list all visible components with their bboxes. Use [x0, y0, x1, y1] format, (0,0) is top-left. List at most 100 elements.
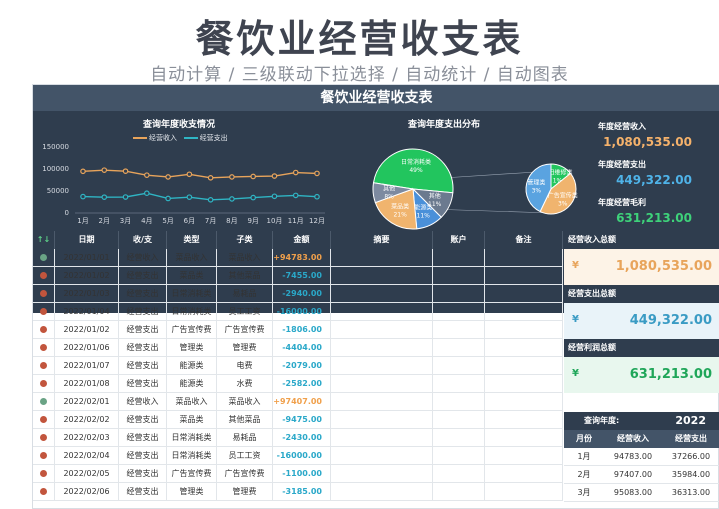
sort-icon[interactable]: ↑↓ [33, 231, 55, 249]
year-value[interactable]: 2022 [675, 412, 706, 430]
cell-account[interactable] [433, 267, 485, 285]
col-date[interactable]: 日期 [55, 231, 119, 249]
cell-note[interactable] [485, 483, 563, 501]
row-status-cell[interactable] [33, 375, 55, 393]
row-status-cell[interactable] [33, 303, 55, 321]
cell-type[interactable]: 菜品收入 [167, 249, 217, 267]
cell-amount[interactable]: -2940.00 [273, 285, 331, 303]
row-status-cell[interactable] [33, 465, 55, 483]
cell-sub[interactable]: 水费 [217, 375, 273, 393]
row-status-cell[interactable] [33, 447, 55, 465]
cell-account[interactable] [433, 249, 485, 267]
cell-sub[interactable]: 电费 [217, 357, 273, 375]
col-type[interactable]: 类型 [167, 231, 217, 249]
cell-type[interactable]: 能源类 [167, 357, 217, 375]
cell-summary[interactable] [331, 249, 433, 267]
cell-sub[interactable]: 易耗品 [217, 285, 273, 303]
cell-type[interactable]: 管理类 [167, 339, 217, 357]
cell-io[interactable]: 经营支出 [119, 375, 167, 393]
cell-account[interactable] [433, 465, 485, 483]
cell-note[interactable] [485, 411, 563, 429]
cell-amount[interactable]: -1100.00 [273, 465, 331, 483]
cell-date[interactable]: 2022/01/02 [55, 321, 119, 339]
table-row[interactable]: 2022/01/01 经营收入 菜品收入 菜品收入 +94783.00 [33, 249, 563, 267]
table-row[interactable]: 2022/02/04 经营支出 日常消耗类 员工工资 -16000.00 [33, 447, 563, 465]
row-status-cell[interactable] [33, 483, 55, 501]
cell-note[interactable] [485, 285, 563, 303]
cell-summary[interactable] [331, 375, 433, 393]
cell-io[interactable]: 经营支出 [119, 483, 167, 501]
table-row[interactable]: 2022/01/03 经营支出 日常消耗类 易耗品 -2940.00 [33, 285, 563, 303]
cell-type[interactable]: 能源类 [167, 375, 217, 393]
col-account[interactable]: 账户 [433, 231, 485, 249]
cell-sub[interactable]: 其他菜品 [217, 411, 273, 429]
cell-note[interactable] [485, 465, 563, 483]
cell-io[interactable]: 经营支出 [119, 321, 167, 339]
cell-amount[interactable]: -2079.00 [273, 357, 331, 375]
cell-note[interactable] [485, 249, 563, 267]
cell-type[interactable]: 日常消耗类 [167, 447, 217, 465]
cell-summary[interactable] [331, 303, 433, 321]
cell-note[interactable] [485, 321, 563, 339]
cell-note[interactable] [485, 303, 563, 321]
cell-amount[interactable]: -3185.00 [273, 483, 331, 501]
cell-date[interactable]: 2022/01/03 [55, 285, 119, 303]
cell-account[interactable] [433, 447, 485, 465]
cell-amount[interactable]: -4404.00 [273, 339, 331, 357]
cell-type[interactable]: 日常消耗类 [167, 429, 217, 447]
cell-sub[interactable]: 管理费 [217, 339, 273, 357]
cell-summary[interactable] [331, 465, 433, 483]
row-status-cell[interactable] [33, 339, 55, 357]
cell-account[interactable] [433, 375, 485, 393]
row-status-cell[interactable] [33, 285, 55, 303]
cell-date[interactable]: 2022/01/02 [55, 267, 119, 285]
cell-sub[interactable]: 管理费 [217, 483, 273, 501]
cell-note[interactable] [485, 429, 563, 447]
cell-amount[interactable]: -2430.00 [273, 429, 331, 447]
cell-summary[interactable] [331, 447, 433, 465]
cell-summary[interactable] [331, 411, 433, 429]
cell-amount[interactable]: -16000.00 [273, 447, 331, 465]
row-status-cell[interactable] [33, 357, 55, 375]
cell-io[interactable]: 经营支出 [119, 303, 167, 321]
table-row[interactable]: 2022/01/08 经营支出 能源类 水费 -2582.00 [33, 375, 563, 393]
cell-amount[interactable]: -2582.00 [273, 375, 331, 393]
cell-date[interactable]: 2022/02/02 [55, 411, 119, 429]
cell-summary[interactable] [331, 321, 433, 339]
col-note[interactable]: 备注 [485, 231, 563, 249]
cell-io[interactable]: 经营支出 [119, 447, 167, 465]
cell-date[interactable]: 2022/01/07 [55, 357, 119, 375]
cell-account[interactable] [433, 357, 485, 375]
row-status-cell[interactable] [33, 249, 55, 267]
cell-type[interactable]: 广告宣传费 [167, 465, 217, 483]
cell-io[interactable]: 经营支出 [119, 357, 167, 375]
cell-io[interactable]: 经营支出 [119, 267, 167, 285]
cell-sub[interactable]: 菜品收入 [217, 393, 273, 411]
cell-type[interactable]: 菜品类 [167, 411, 217, 429]
cell-amount[interactable]: -9475.00 [273, 411, 331, 429]
cell-note[interactable] [485, 447, 563, 465]
table-row[interactable]: 2022/02/03 经营支出 日常消耗类 易耗品 -2430.00 [33, 429, 563, 447]
cell-summary[interactable] [331, 393, 433, 411]
table-row[interactable]: 2022/01/07 经营支出 能源类 电费 -2079.00 [33, 357, 563, 375]
cell-type[interactable]: 管理类 [167, 483, 217, 501]
cell-date[interactable]: 2022/02/06 [55, 483, 119, 501]
table-row[interactable]: 2022/02/02 经营支出 菜品类 其他菜品 -9475.00 [33, 411, 563, 429]
table-row[interactable]: 2022/02/06 经营支出 管理类 管理费 -3185.00 [33, 483, 563, 501]
cell-note[interactable] [485, 393, 563, 411]
cell-io[interactable]: 经营支出 [119, 339, 167, 357]
cell-note[interactable] [485, 375, 563, 393]
cell-date[interactable]: 2022/01/01 [55, 249, 119, 267]
cell-type[interactable]: 菜品收入 [167, 393, 217, 411]
cell-date[interactable]: 2022/01/06 [55, 339, 119, 357]
year-selector[interactable]: 查询年度: 2022 [564, 412, 719, 430]
col-sub[interactable]: 子类 [217, 231, 273, 249]
cell-summary[interactable] [331, 285, 433, 303]
cell-type[interactable]: 广告宣传费 [167, 321, 217, 339]
col-io[interactable]: 收/支 [119, 231, 167, 249]
col-amount[interactable]: 金额 [273, 231, 331, 249]
cell-date[interactable]: 2022/01/04 [55, 303, 119, 321]
cell-sub[interactable]: 其他菜品 [217, 267, 273, 285]
cell-date[interactable]: 2022/02/04 [55, 447, 119, 465]
cell-sub[interactable]: 员工工资 [217, 447, 273, 465]
